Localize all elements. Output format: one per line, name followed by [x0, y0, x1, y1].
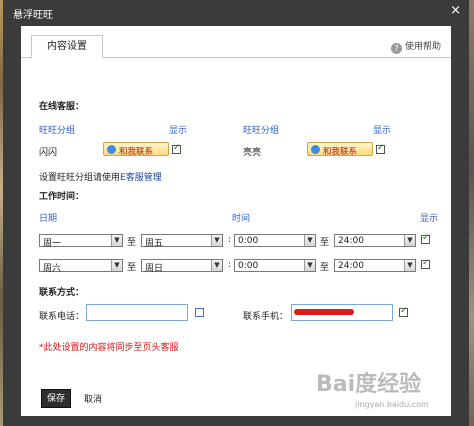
- to-time-select[interactable]: 24:00 ▼: [334, 259, 416, 272]
- baidu-watermark-url: jingyan.baidu.com: [355, 400, 429, 409]
- contact-me-button[interactable]: 和我联系: [307, 142, 373, 157]
- phone-show-checkbox[interactable]: [195, 308, 204, 317]
- column-group-left: 旺旺分组: [39, 126, 76, 136]
- chevron-down-icon: ▼: [404, 235, 415, 246]
- contact-me-button[interactable]: 和我联系: [103, 142, 169, 157]
- sync-note: *此处设置的内容将同步至页头客服: [39, 343, 179, 353]
- column-show: 显示: [420, 214, 439, 224]
- to-separator: 至: [320, 238, 330, 248]
- service-name: 亮亮: [243, 148, 262, 158]
- show-checkbox[interactable]: [172, 143, 181, 154]
- chevron-down-icon: ▼: [111, 235, 122, 246]
- tab-bar: 内容设置 ? 使用帮助: [21, 26, 451, 59]
- work-time-heading: 工作时间：: [39, 192, 85, 202]
- e-service-link[interactable]: E客服管理: [120, 173, 162, 183]
- show-checkbox[interactable]: [421, 258, 430, 269]
- chevron-down-icon: ▼: [211, 235, 222, 246]
- show-checkbox[interactable]: [376, 143, 385, 154]
- to-day-select[interactable]: 周日 ▼: [141, 259, 223, 274]
- from-time-select[interactable]: 0:00 ▼: [234, 234, 316, 247]
- content-panel: 内容设置 ? 使用帮助 在线客服： 旺旺分组 显示 旺旺分组 显示 闪闪 和我联系…: [21, 26, 451, 416]
- from-day-select[interactable]: 周一 ▼: [39, 234, 123, 249]
- to-separator: 至: [127, 263, 137, 273]
- phone-label: 联系电话：: [39, 312, 85, 322]
- to-separator: 至: [127, 238, 137, 248]
- contact-me-label: 和我联系: [119, 147, 154, 157]
- group-setting-note: 设置旺旺分组请使用E客服管理: [39, 170, 162, 183]
- mobile-show-checkbox[interactable]: [399, 306, 408, 317]
- colon-separator: :: [228, 260, 232, 270]
- column-group-right: 旺旺分组: [243, 126, 280, 136]
- redacted-mark: [294, 309, 354, 315]
- help-label: 使用帮助: [404, 42, 441, 52]
- wangwang-icon: [311, 145, 320, 154]
- chevron-down-icon: ▼: [111, 260, 122, 271]
- mobile-input[interactable]: [291, 304, 393, 321]
- show-checkbox[interactable]: [421, 233, 430, 244]
- mobile-label: 联系手机：: [243, 312, 289, 322]
- from-time-select[interactable]: 0:00 ▼: [234, 259, 316, 272]
- service-name: 闪闪: [39, 148, 58, 158]
- column-show-left: 显示: [169, 126, 188, 136]
- column-time: 时间: [232, 214, 251, 224]
- online-service-heading: 在线客服：: [39, 102, 85, 112]
- help-link[interactable]: ? 使用帮助: [390, 39, 441, 54]
- chevron-down-icon: ▼: [304, 260, 315, 271]
- contact-heading: 联系方式：: [39, 288, 85, 298]
- chevron-down-icon: ▼: [404, 260, 415, 271]
- dialog-window: 悬浮旺旺 × 内容设置 ? 使用帮助 在线客服： 旺旺分组 显示 旺旺分组 显示 …: [3, 0, 469, 426]
- close-icon[interactable]: ×: [450, 3, 461, 18]
- wangwang-icon: [107, 145, 116, 154]
- from-day-select[interactable]: 周六 ▼: [39, 259, 123, 274]
- cancel-button[interactable]: 取消: [84, 392, 102, 405]
- window-title: 悬浮旺旺: [13, 10, 53, 21]
- baidu-watermark-logo: Bai度经验: [316, 372, 422, 397]
- to-day-select[interactable]: 周五 ▼: [141, 234, 223, 249]
- to-separator: 至: [320, 263, 330, 273]
- chevron-down-icon: ▼: [304, 235, 315, 246]
- help-icon: ?: [390, 43, 402, 54]
- tab-content-settings[interactable]: 内容设置: [31, 35, 103, 59]
- column-date: 日期: [39, 214, 58, 224]
- to-time-select[interactable]: 24:00 ▼: [334, 234, 416, 247]
- column-show-right: 显示: [373, 126, 392, 136]
- group-setting-note-text: 设置旺旺分组请使用: [39, 173, 121, 183]
- contact-me-label: 和我联系: [323, 147, 358, 157]
- title-bar[interactable]: 悬浮旺旺 ×: [3, 0, 469, 22]
- colon-separator: :: [228, 235, 232, 245]
- chevron-down-icon: ▼: [211, 260, 222, 271]
- save-button[interactable]: 保存: [41, 389, 71, 408]
- phone-input[interactable]: [86, 304, 188, 321]
